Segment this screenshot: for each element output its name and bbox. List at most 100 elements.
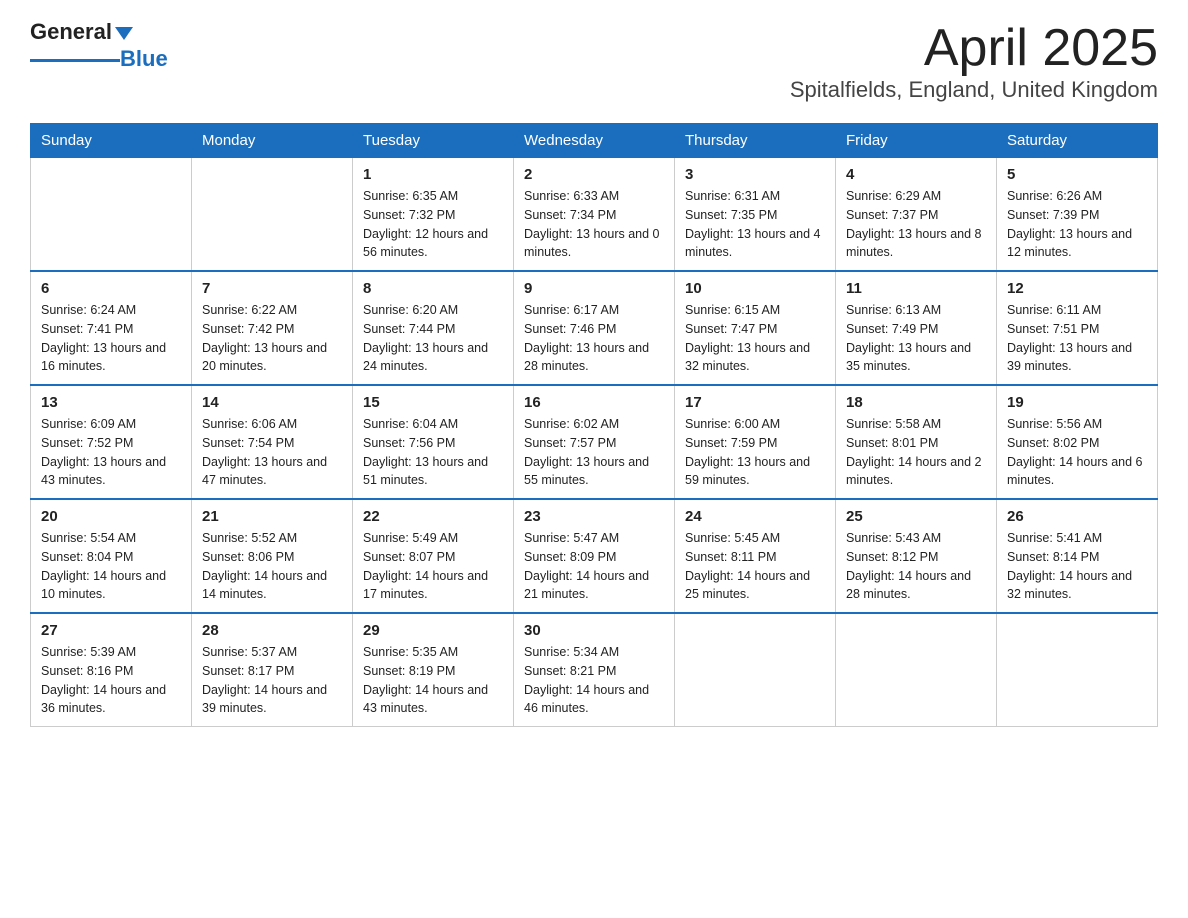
day-info: Sunrise: 6:09 AM Sunset: 7:52 PM Dayligh… — [41, 415, 181, 490]
calendar-cell: 17 Sunrise: 6:00 AM Sunset: 7:59 PM Dayli… — [675, 385, 836, 499]
week-row-2: 6 Sunrise: 6:24 AM Sunset: 7:41 PM Daylig… — [31, 271, 1158, 385]
day-number: 8 — [363, 280, 503, 297]
calendar-cell: 27Sunrise: 5:39 AM Sunset: 8:16 PM Dayli… — [31, 613, 192, 727]
day-info: Sunrise: 5:34 AM Sunset: 8:21 PM Dayligh… — [524, 643, 664, 718]
calendar-cell: 13 Sunrise: 6:09 AM Sunset: 7:52 PM Dayli… — [31, 385, 192, 499]
day-info: Sunrise: 6:17 AM Sunset: 7:46 PM Dayligh… — [524, 301, 664, 376]
page-header: General Blue April 2025 Spitalfields, En… — [30, 20, 1158, 103]
header-cell-monday: Monday — [192, 124, 353, 158]
day-info: Sunrise: 6:20 AM Sunset: 7:44 PM Dayligh… — [363, 301, 503, 376]
logo-text: General — [30, 20, 133, 44]
calendar-cell: 9 Sunrise: 6:17 AM Sunset: 7:46 PM Daylig… — [514, 271, 675, 385]
calendar-cell — [675, 613, 836, 727]
calendar-cell: 26Sunrise: 5:41 AM Sunset: 8:14 PM Dayli… — [997, 499, 1158, 613]
header-cell-saturday: Saturday — [997, 124, 1158, 158]
day-number: 19 — [1007, 394, 1147, 411]
day-number: 20 — [41, 508, 181, 525]
calendar-cell: 30Sunrise: 5:34 AM Sunset: 8:21 PM Dayli… — [514, 613, 675, 727]
day-info: Sunrise: 6:11 AM Sunset: 7:51 PM Dayligh… — [1007, 301, 1147, 376]
calendar-cell: 5 Sunrise: 6:26 AM Sunset: 7:39 PM Daylig… — [997, 158, 1158, 272]
day-info: Sunrise: 5:58 AM Sunset: 8:01 PM Dayligh… — [846, 415, 986, 490]
day-number: 29 — [363, 622, 503, 639]
calendar-cell: 19 Sunrise: 5:56 AM Sunset: 8:02 PM Dayli… — [997, 385, 1158, 499]
calendar-subtitle: Spitalfields, England, United Kingdom — [790, 77, 1158, 103]
calendar-cell: 18Sunrise: 5:58 AM Sunset: 8:01 PM Dayli… — [836, 385, 997, 499]
day-number: 17 — [685, 394, 825, 411]
header-cell-thursday: Thursday — [675, 124, 836, 158]
week-row-3: 13 Sunrise: 6:09 AM Sunset: 7:52 PM Dayli… — [31, 385, 1158, 499]
calendar-cell: 24 Sunrise: 5:45 AM Sunset: 8:11 PM Dayli… — [675, 499, 836, 613]
day-info: Sunrise: 5:47 AM Sunset: 8:09 PM Dayligh… — [524, 529, 664, 604]
calendar-header: SundayMondayTuesdayWednesdayThursdayFrid… — [31, 124, 1158, 158]
day-info: Sunrise: 6:24 AM Sunset: 7:41 PM Dayligh… — [41, 301, 181, 376]
calendar-cell: 2 Sunrise: 6:33 AM Sunset: 7:34 PM Daylig… — [514, 158, 675, 272]
day-info: Sunrise: 6:26 AM Sunset: 7:39 PM Dayligh… — [1007, 187, 1147, 262]
week-row-5: 27Sunrise: 5:39 AM Sunset: 8:16 PM Dayli… — [31, 613, 1158, 727]
day-number: 21 — [202, 508, 342, 525]
day-info: Sunrise: 6:13 AM Sunset: 7:49 PM Dayligh… — [846, 301, 986, 376]
day-info: Sunrise: 5:56 AM Sunset: 8:02 PM Dayligh… — [1007, 415, 1147, 490]
day-number: 7 — [202, 280, 342, 297]
header-cell-wednesday: Wednesday — [514, 124, 675, 158]
calendar-cell: 15Sunrise: 6:04 AM Sunset: 7:56 PM Dayli… — [353, 385, 514, 499]
day-info: Sunrise: 5:54 AM Sunset: 8:04 PM Dayligh… — [41, 529, 181, 604]
calendar-cell: 12 Sunrise: 6:11 AM Sunset: 7:51 PM Dayli… — [997, 271, 1158, 385]
day-number: 24 — [685, 508, 825, 525]
calendar-cell: 4 Sunrise: 6:29 AM Sunset: 7:37 PM Daylig… — [836, 158, 997, 272]
day-number: 28 — [202, 622, 342, 639]
day-info: Sunrise: 6:33 AM Sunset: 7:34 PM Dayligh… — [524, 187, 664, 262]
day-number: 26 — [1007, 508, 1147, 525]
calendar-cell — [192, 158, 353, 272]
day-info: Sunrise: 6:29 AM Sunset: 7:37 PM Dayligh… — [846, 187, 986, 262]
calendar-cell: 28 Sunrise: 5:37 AM Sunset: 8:17 PM Dayli… — [192, 613, 353, 727]
week-row-1: 1Sunrise: 6:35 AM Sunset: 7:32 PM Daylig… — [31, 158, 1158, 272]
calendar-title: April 2025 — [790, 20, 1158, 77]
day-info: Sunrise: 6:06 AM Sunset: 7:54 PM Dayligh… — [202, 415, 342, 490]
logo-line — [30, 59, 120, 62]
day-number: 13 — [41, 394, 181, 411]
day-info: Sunrise: 6:22 AM Sunset: 7:42 PM Dayligh… — [202, 301, 342, 376]
day-number: 6 — [41, 280, 181, 297]
calendar-cell: 23 Sunrise: 5:47 AM Sunset: 8:09 PM Dayli… — [514, 499, 675, 613]
title-block: April 2025 Spitalfields, England, United… — [790, 20, 1158, 103]
day-number: 11 — [846, 280, 986, 297]
day-info: Sunrise: 5:52 AM Sunset: 8:06 PM Dayligh… — [202, 529, 342, 604]
calendar-cell: 22 Sunrise: 5:49 AM Sunset: 8:07 PM Dayli… — [353, 499, 514, 613]
logo: General Blue — [30, 20, 168, 72]
day-number: 9 — [524, 280, 664, 297]
calendar-cell — [997, 613, 1158, 727]
day-number: 5 — [1007, 166, 1147, 183]
day-number: 12 — [1007, 280, 1147, 297]
calendar-cell: 25Sunrise: 5:43 AM Sunset: 8:12 PM Dayli… — [836, 499, 997, 613]
calendar-cell: 3Sunrise: 6:31 AM Sunset: 7:35 PM Daylig… — [675, 158, 836, 272]
day-info: Sunrise: 5:43 AM Sunset: 8:12 PM Dayligh… — [846, 529, 986, 604]
calendar-cell: 21 Sunrise: 5:52 AM Sunset: 8:06 PM Dayli… — [192, 499, 353, 613]
day-number: 2 — [524, 166, 664, 183]
calendar-cell: 29Sunrise: 5:35 AM Sunset: 8:19 PM Dayli… — [353, 613, 514, 727]
day-number: 4 — [846, 166, 986, 183]
day-number: 27 — [41, 622, 181, 639]
calendar-cell: 10Sunrise: 6:15 AM Sunset: 7:47 PM Dayli… — [675, 271, 836, 385]
day-info: Sunrise: 6:15 AM Sunset: 7:47 PM Dayligh… — [685, 301, 825, 376]
day-info: Sunrise: 6:35 AM Sunset: 7:32 PM Dayligh… — [363, 187, 503, 262]
day-info: Sunrise: 5:37 AM Sunset: 8:17 PM Dayligh… — [202, 643, 342, 718]
calendar-cell: 20 Sunrise: 5:54 AM Sunset: 8:04 PM Dayli… — [31, 499, 192, 613]
day-number: 22 — [363, 508, 503, 525]
calendar-cell: 6 Sunrise: 6:24 AM Sunset: 7:41 PM Daylig… — [31, 271, 192, 385]
calendar-cell: 8 Sunrise: 6:20 AM Sunset: 7:44 PM Daylig… — [353, 271, 514, 385]
day-info: Sunrise: 6:00 AM Sunset: 7:59 PM Dayligh… — [685, 415, 825, 490]
header-row: SundayMondayTuesdayWednesdayThursdayFrid… — [31, 124, 1158, 158]
header-cell-friday: Friday — [836, 124, 997, 158]
calendar-cell: 11 Sunrise: 6:13 AM Sunset: 7:49 PM Dayli… — [836, 271, 997, 385]
day-info: Sunrise: 6:04 AM Sunset: 7:56 PM Dayligh… — [363, 415, 503, 490]
day-info: Sunrise: 5:45 AM Sunset: 8:11 PM Dayligh… — [685, 529, 825, 604]
calendar-cell: 1Sunrise: 6:35 AM Sunset: 7:32 PM Daylig… — [353, 158, 514, 272]
day-number: 23 — [524, 508, 664, 525]
calendar-table: SundayMondayTuesdayWednesdayThursdayFrid… — [30, 123, 1158, 727]
calendar-cell: 7 Sunrise: 6:22 AM Sunset: 7:42 PM Daylig… — [192, 271, 353, 385]
header-cell-sunday: Sunday — [31, 124, 192, 158]
calendar-cell — [31, 158, 192, 272]
header-cell-tuesday: Tuesday — [353, 124, 514, 158]
day-info: Sunrise: 5:49 AM Sunset: 8:07 PM Dayligh… — [363, 529, 503, 604]
calendar-cell: 14Sunrise: 6:06 AM Sunset: 7:54 PM Dayli… — [192, 385, 353, 499]
